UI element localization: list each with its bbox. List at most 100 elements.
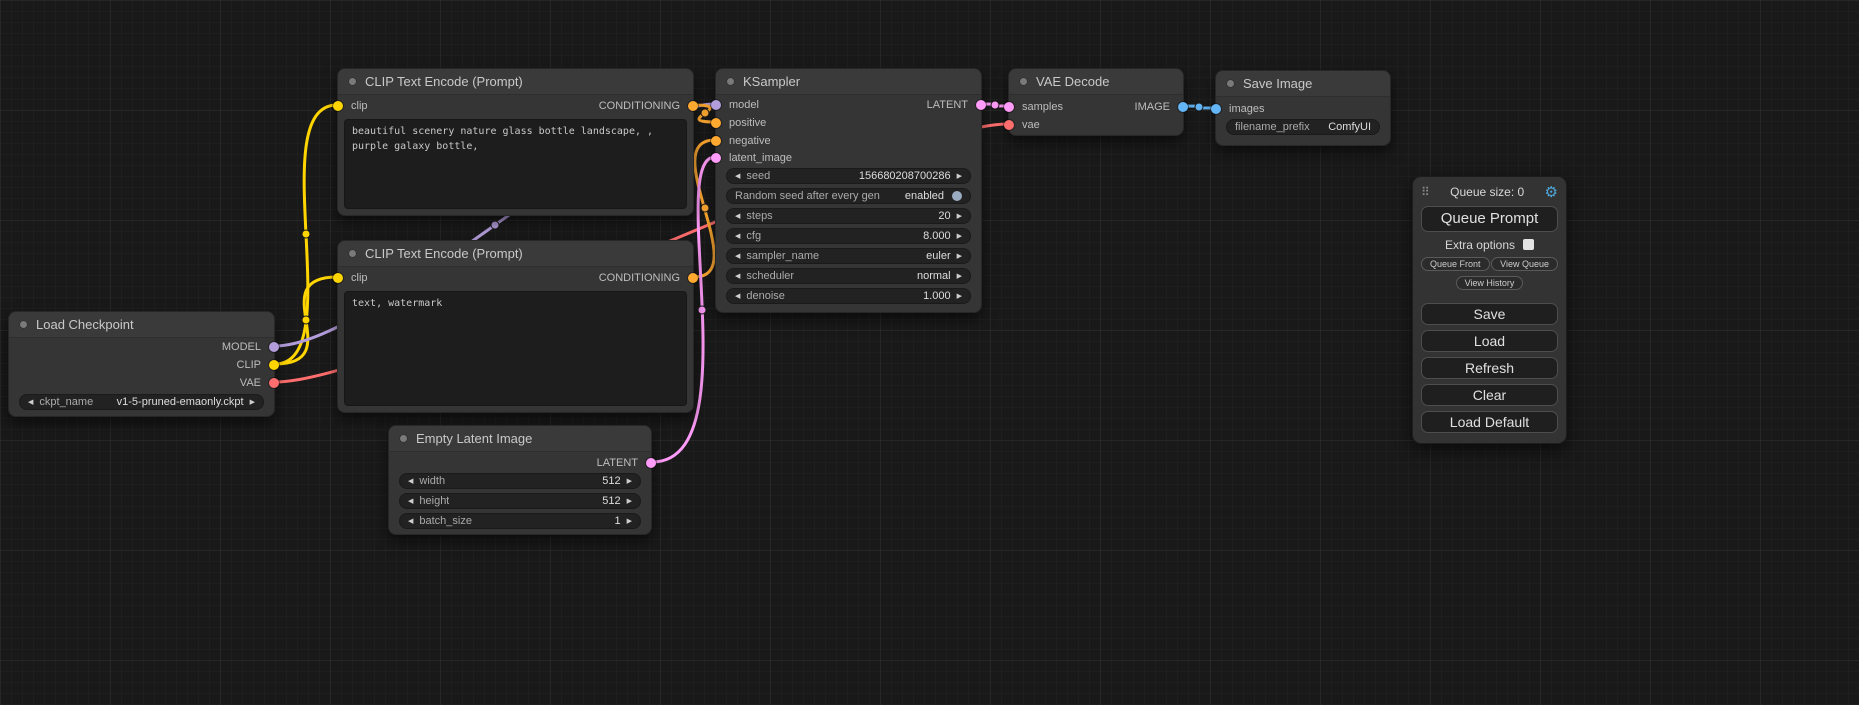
collapse-dot-icon[interactable] bbox=[348, 77, 357, 86]
node-title-bar[interactable]: CLIP Text Encode (Prompt) bbox=[338, 69, 693, 95]
decrement-arrow-icon[interactable]: ◀ bbox=[408, 518, 413, 525]
port-input-clip[interactable]: clip bbox=[338, 269, 368, 287]
port-output-conditioning[interactable]: CONDITIONING bbox=[599, 269, 693, 287]
seed-toggle-knob-icon[interactable] bbox=[952, 191, 962, 201]
clip-port-dot-icon[interactable] bbox=[333, 273, 343, 283]
widget-scheduler[interactable]: ◀ scheduler normal ▶ bbox=[726, 268, 971, 284]
conditioning-port-dot-icon[interactable] bbox=[711, 118, 721, 128]
widget-height[interactable]: ◀ height 512 ▶ bbox=[399, 493, 641, 509]
increment-arrow-icon[interactable]: ▶ bbox=[250, 399, 255, 406]
decrement-arrow-icon[interactable]: ◀ bbox=[735, 253, 740, 260]
port-output-image[interactable]: IMAGE bbox=[1135, 98, 1183, 116]
load-button[interactable]: Load bbox=[1421, 330, 1558, 352]
widget-width[interactable]: ◀ width 512 ▶ bbox=[399, 473, 641, 489]
widget-filename-prefix[interactable]: filename_prefix ComfyUI bbox=[1226, 119, 1380, 135]
latent-port-dot-icon[interactable] bbox=[1004, 102, 1014, 112]
widget-ckpt-name[interactable]: ◀ ckpt_name v1-5-pruned-emaonly.ckpt ▶ bbox=[19, 394, 264, 410]
node-title-bar[interactable]: VAE Decode bbox=[1009, 69, 1183, 95]
node-title-bar[interactable]: Load Checkpoint bbox=[9, 312, 274, 338]
conditioning-port-dot-icon[interactable] bbox=[688, 101, 698, 111]
widget-seed[interactable]: ◀ seed 156680208700286 ▶ bbox=[726, 168, 971, 184]
conditioning-port-dot-icon[interactable] bbox=[688, 273, 698, 283]
widget-cfg[interactable]: ◀ cfg 8.000 ▶ bbox=[726, 228, 971, 244]
port-output-clip[interactable]: CLIP bbox=[237, 356, 274, 374]
queue-prompt-button[interactable]: Queue Prompt bbox=[1421, 206, 1558, 232]
collapse-dot-icon[interactable] bbox=[1019, 77, 1028, 86]
widget-steps[interactable]: ◀ steps 20 ▶ bbox=[726, 208, 971, 224]
decrement-arrow-icon[interactable]: ◀ bbox=[735, 173, 740, 180]
decrement-arrow-icon[interactable]: ◀ bbox=[408, 498, 413, 505]
settings-gear-icon[interactable]: ⚙ bbox=[1545, 185, 1558, 200]
node-clip-text-encode-positive[interactable]: CLIP Text Encode (Prompt) clip CONDITION… bbox=[337, 68, 694, 216]
port-input-clip[interactable]: clip bbox=[338, 97, 368, 115]
model-port-dot-icon[interactable] bbox=[269, 342, 279, 352]
node-empty-latent-image[interactable]: Empty Latent Image LATENT ◀ width 512 ▶ … bbox=[388, 425, 652, 535]
queue-front-button[interactable]: Queue Front bbox=[1421, 257, 1490, 271]
clear-button[interactable]: Clear bbox=[1421, 384, 1558, 406]
decrement-arrow-icon[interactable]: ◀ bbox=[28, 399, 33, 406]
collapse-dot-icon[interactable] bbox=[399, 434, 408, 443]
node-title-bar[interactable]: CLIP Text Encode (Prompt) bbox=[338, 241, 693, 267]
port-input-latent-image[interactable]: latent_image bbox=[716, 149, 792, 167]
drag-handle-icon[interactable]: ⠿ bbox=[1421, 186, 1430, 198]
vae-port-dot-icon[interactable] bbox=[269, 378, 279, 388]
clip-port-dot-icon[interactable] bbox=[333, 101, 343, 111]
node-title-bar[interactable]: Empty Latent Image bbox=[389, 426, 651, 452]
widget-denoise[interactable]: ◀ denoise 1.000 ▶ bbox=[726, 288, 971, 304]
port-output-vae[interactable]: VAE bbox=[240, 374, 274, 392]
node-title-bar[interactable]: KSampler bbox=[716, 69, 981, 95]
port-output-latent[interactable]: LATENT bbox=[927, 96, 981, 114]
view-queue-button[interactable]: View Queue bbox=[1491, 257, 1558, 271]
node-save-image[interactable]: Save Image images filename_prefix ComfyU… bbox=[1215, 70, 1391, 146]
decrement-arrow-icon[interactable]: ◀ bbox=[735, 293, 740, 300]
node-title-bar[interactable]: Save Image bbox=[1216, 71, 1390, 97]
increment-arrow-icon[interactable]: ▶ bbox=[627, 478, 632, 485]
port-output-conditioning[interactable]: CONDITIONING bbox=[599, 97, 693, 115]
node-load-checkpoint[interactable]: Load Checkpoint MODEL CLIP VAE ◀ ckpt_na… bbox=[8, 311, 275, 417]
positive-prompt-textarea[interactable]: beautiful scenery nature glass bottle la… bbox=[344, 119, 687, 209]
conditioning-port-dot-icon[interactable] bbox=[711, 136, 721, 146]
widget-batch-size[interactable]: ◀ batch_size 1 ▶ bbox=[399, 513, 641, 529]
refresh-button[interactable]: Refresh bbox=[1421, 357, 1558, 379]
collapse-dot-icon[interactable] bbox=[1226, 79, 1235, 88]
increment-arrow-icon[interactable]: ▶ bbox=[957, 293, 962, 300]
clip-port-dot-icon[interactable] bbox=[269, 360, 279, 370]
increment-arrow-icon[interactable]: ▶ bbox=[957, 213, 962, 220]
increment-arrow-icon[interactable]: ▶ bbox=[957, 173, 962, 180]
negative-prompt-textarea[interactable]: text, watermark bbox=[344, 291, 687, 406]
image-port-dot-icon[interactable] bbox=[1178, 102, 1188, 112]
view-history-button[interactable]: View History bbox=[1456, 276, 1524, 290]
collapse-dot-icon[interactable] bbox=[19, 320, 28, 329]
latent-port-dot-icon[interactable] bbox=[976, 100, 986, 110]
node-ksampler[interactable]: KSampler model positive negative latent_… bbox=[715, 68, 982, 313]
port-input-positive[interactable]: positive bbox=[716, 114, 766, 132]
collapse-dot-icon[interactable] bbox=[726, 77, 735, 86]
port-input-images[interactable]: images bbox=[1216, 100, 1264, 118]
increment-arrow-icon[interactable]: ▶ bbox=[627, 498, 632, 505]
increment-arrow-icon[interactable]: ▶ bbox=[957, 233, 962, 240]
widget-random-seed-toggle[interactable]: Random seed after every gen enabled bbox=[726, 188, 971, 204]
increment-arrow-icon[interactable]: ▶ bbox=[957, 253, 962, 260]
collapse-dot-icon[interactable] bbox=[348, 249, 357, 258]
decrement-arrow-icon[interactable]: ◀ bbox=[408, 478, 413, 485]
increment-arrow-icon[interactable]: ▶ bbox=[957, 273, 962, 280]
decrement-arrow-icon[interactable]: ◀ bbox=[735, 233, 740, 240]
port-input-samples[interactable]: samples bbox=[1009, 98, 1063, 116]
latent-port-dot-icon[interactable] bbox=[711, 153, 721, 163]
load-default-button[interactable]: Load Default bbox=[1421, 411, 1558, 433]
decrement-arrow-icon[interactable]: ◀ bbox=[735, 273, 740, 280]
widget-sampler-name[interactable]: ◀ sampler_name euler ▶ bbox=[726, 248, 971, 264]
port-output-latent[interactable]: LATENT bbox=[597, 454, 651, 472]
port-input-negative[interactable]: negative bbox=[716, 132, 771, 150]
port-input-vae[interactable]: vae bbox=[1009, 116, 1040, 134]
latent-port-dot-icon[interactable] bbox=[646, 458, 656, 468]
save-button[interactable]: Save bbox=[1421, 303, 1558, 325]
port-input-model[interactable]: model bbox=[716, 96, 759, 114]
port-output-model[interactable]: MODEL bbox=[222, 338, 274, 356]
increment-arrow-icon[interactable]: ▶ bbox=[627, 518, 632, 525]
node-graph-canvas[interactable]: { "icons": { "arrow_left": "◀", "arrow_r… bbox=[0, 0, 1859, 705]
extra-options-checkbox[interactable] bbox=[1523, 239, 1534, 250]
node-vae-decode[interactable]: VAE Decode samples vae IMAGE bbox=[1008, 68, 1184, 136]
vae-port-dot-icon[interactable] bbox=[1004, 120, 1014, 130]
model-port-dot-icon[interactable] bbox=[711, 100, 721, 110]
